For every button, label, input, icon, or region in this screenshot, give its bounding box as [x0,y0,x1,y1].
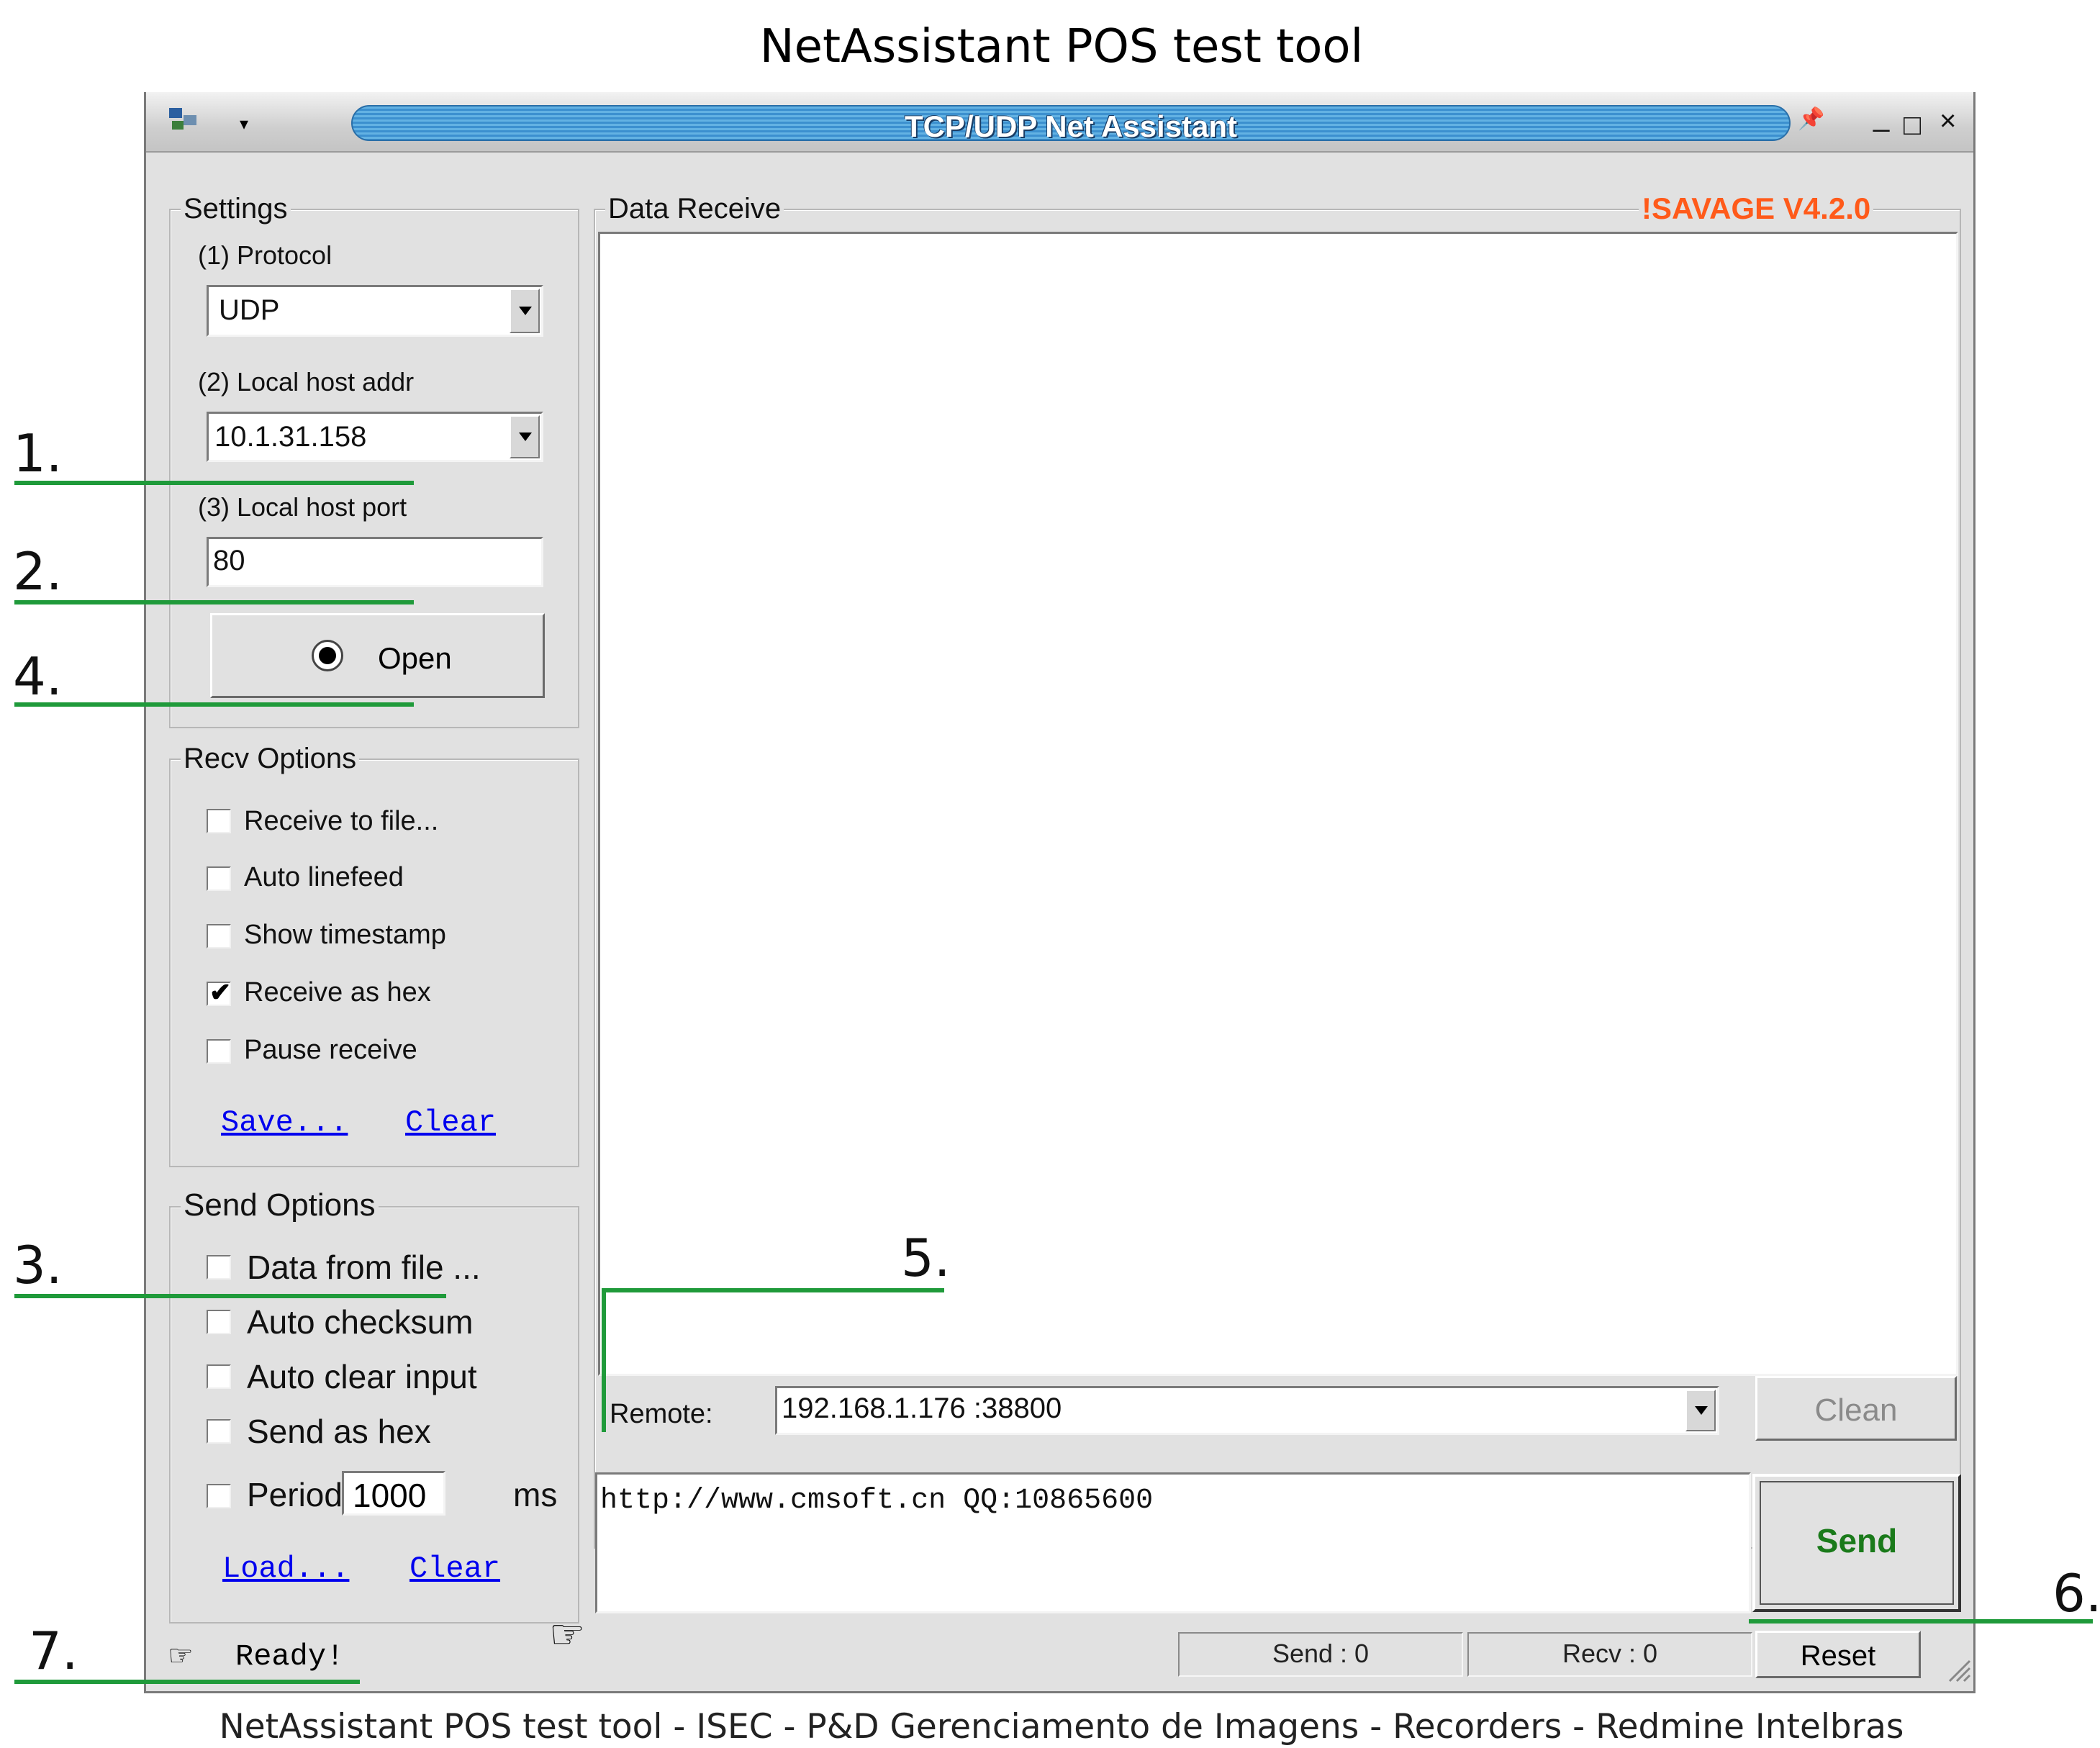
show-timestamp-label: Show timestamp [244,920,446,950]
settings-group: Settings (1) Protocol UDP (2) Local host… [169,193,579,728]
annotation-1: 1. [13,423,63,484]
period-label: Period [247,1476,343,1513]
maximize-button[interactable]: □ [1904,109,1921,142]
auto-clear-input-checkbox[interactable] [207,1364,231,1389]
auto-clear-input-label: Auto clear input [247,1358,477,1395]
period-value: 1000 [353,1477,427,1514]
show-timestamp-checkbox[interactable] [207,924,231,948]
host-addr-value: 10.1.31.158 [214,421,367,453]
title-pill: TCP/UDP Net Assistant [351,105,1791,143]
receive-to-file-label: Receive to file... [244,806,439,836]
period-input[interactable]: 1000 [342,1471,445,1516]
period-checkbox[interactable] [207,1484,231,1508]
annotation-2-line [14,600,414,604]
send-as-hex-label: Send as hex [247,1413,431,1450]
send-count: Send : 0 [1178,1632,1463,1677]
annotation-5-vline [602,1288,606,1432]
annotation-4: 4. [13,646,63,707]
protocol-label: (1) Protocol [198,240,332,270]
resize-grip-icon[interactable] [1945,1657,1971,1683]
receive-to-file-checkbox[interactable] [207,809,231,833]
pause-receive-label: Pause receive [244,1035,417,1065]
open-button[interactable]: Open [210,613,545,698]
ready-icon: ☞ [168,1640,194,1672]
recv-options-group: Recv Options Receive to file... Auto lin… [169,743,579,1167]
receive-as-hex-label: Receive as hex [244,977,431,1007]
chevron-down-icon[interactable]: ▾ [240,114,248,135]
data-from-file-label: Data from file ... [247,1249,481,1286]
send-options-group: Send Options Data from file ... Auto che… [169,1187,579,1624]
send-label: Send [1816,1522,1898,1559]
send-textarea[interactable]: http://www.cmsoft.cn QQ:10865600 [595,1472,1751,1613]
receive-textarea[interactable] [598,232,1958,1376]
auto-checksum-checkbox[interactable] [207,1310,231,1334]
chevron-down-icon[interactable] [1685,1390,1716,1431]
version-label: !SAVAGE V4.2.0 [1639,191,1874,226]
pointer-hand-icon: ☞ [549,1611,586,1657]
annotation-6: 6. [2053,1563,2100,1624]
clean-label: Clean [1814,1392,1898,1428]
protocol-select[interactable]: UDP [207,285,543,337]
radio-indicator-icon [312,640,343,671]
recv-clear-link[interactable]: Clear [405,1105,496,1140]
reset-button[interactable]: Reset [1755,1631,1921,1678]
pause-receive-checkbox[interactable] [207,1039,231,1064]
chevron-down-icon[interactable] [510,415,540,458]
auto-checksum-label: Auto checksum [247,1303,474,1341]
send-options-legend: Send Options [181,1187,379,1223]
chevron-down-icon[interactable] [510,289,540,333]
window-title: TCP/UDP Net Assistant [904,109,1238,143]
page-caption: NetAssistant POS test tool - ISEC - P&D … [219,1707,1904,1747]
auto-linefeed-checkbox[interactable] [207,866,231,891]
minimize-button[interactable]: _ [1873,101,1889,133]
send-clear-link[interactable]: Clear [409,1552,500,1586]
recv-options-legend: Recv Options [181,743,360,775]
host-addr-label: (2) Local host addr [198,367,415,397]
annotation-3-line [14,1294,446,1298]
send-text: http://www.cmsoft.cn QQ:10865600 [600,1485,1154,1517]
receive-as-hex-checkbox[interactable]: ✔ [207,977,231,1007]
annotation-7-line [14,1680,360,1684]
status-ready: Ready! [235,1639,345,1674]
annotation-1-line [14,481,414,485]
app-menu-icon[interactable] [168,105,199,134]
remote-value: 192.168.1.176 :38800 [782,1392,1062,1424]
annotation-5: 5. [901,1228,951,1288]
page-title: NetAssistant POS test tool [759,20,1364,73]
auto-linefeed-label: Auto linefeed [244,862,404,892]
annotation-5-line [602,1288,944,1292]
close-button[interactable]: × [1940,105,1956,137]
open-label: Open [378,641,452,675]
pin-icon[interactable]: 📌 [1798,107,1824,132]
protocol-value: UDP [219,294,280,326]
data-from-file-checkbox[interactable] [207,1255,231,1280]
app-window: ▾ TCP/UDP Net Assistant 📌 _ □ × Settings… [144,92,1975,1693]
send-as-hex-checkbox[interactable] [207,1419,231,1444]
load-link[interactable]: Load... [222,1552,349,1586]
host-port-label: (3) Local host port [198,492,407,522]
host-port-value: 80 [213,545,245,576]
title-bar: ▾ TCP/UDP Net Assistant 📌 _ □ × [146,92,1973,153]
checkmark-icon: ✔ [209,977,232,1007]
data-receive-group: Data Receive !SAVAGE V4.2.0 Remote: 192.… [594,191,1961,1549]
send-button[interactable]: Send [1752,1474,1961,1612]
annotation-4-line [14,702,414,707]
recv-count: Recv : 0 [1467,1632,1752,1677]
annotation-2: 2. [13,541,63,602]
data-receive-legend: Data Receive [605,193,784,225]
period-unit: ms [513,1476,558,1513]
annotation-7: 7. [29,1621,78,1681]
settings-legend: Settings [181,193,291,225]
clean-button[interactable]: Clean [1755,1376,1957,1441]
host-port-input[interactable]: 80 [207,537,543,587]
reset-label: Reset [1800,1640,1876,1672]
host-addr-select[interactable]: 10.1.31.158 [207,412,543,462]
remote-label: Remote: [610,1399,713,1429]
annotation-3: 3. [13,1235,63,1295]
annotation-6-line [1749,1619,2093,1624]
remote-select[interactable]: 192.168.1.176 :38800 [775,1386,1719,1435]
save-link[interactable]: Save... [221,1105,348,1140]
